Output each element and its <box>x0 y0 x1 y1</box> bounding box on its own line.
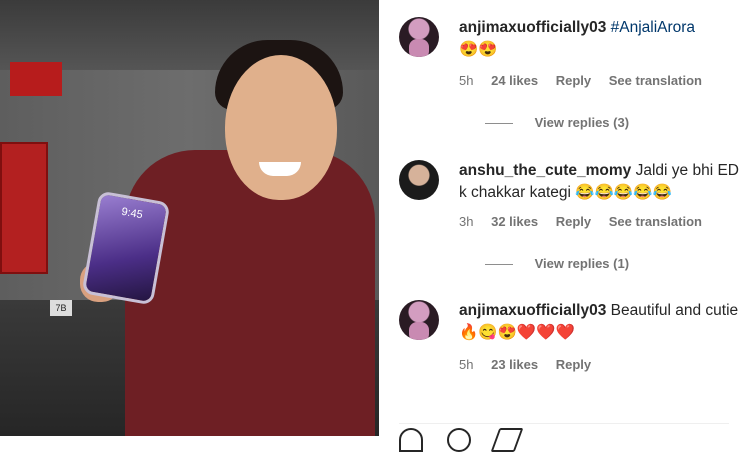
comment-emoji: 😍😍 <box>459 41 498 58</box>
hashtag-link[interactable]: #AnjaliArora <box>611 19 695 36</box>
comment-meta: 3h 32 likes Reply See translation <box>459 214 716 229</box>
view-replies-label[interactable]: View replies (3) <box>535 115 629 130</box>
comment-text: Beautiful and cutie <box>610 302 739 319</box>
comment-body: anshu_the_cute_momy Jaldi ye bhi ED k ch… <box>459 160 739 204</box>
comment-username[interactable]: anjimaxuofficially03 <box>459 302 606 319</box>
comment-time[interactable]: 5h <box>459 73 473 88</box>
fire-box <box>0 142 48 274</box>
replies-divider <box>485 123 513 125</box>
share-icon[interactable] <box>490 428 524 452</box>
pillar-number: 7B <box>50 300 72 316</box>
comment-emoji: 😂😂😂😂😂 <box>575 184 672 201</box>
reply-button[interactable]: Reply <box>556 214 591 229</box>
person-face <box>225 55 337 200</box>
comment-time[interactable]: 3h <box>459 214 473 229</box>
comments-panel: anjimaxuofficially03 #AnjaliArora 😍😍 5h … <box>379 0 745 452</box>
comment-icon[interactable] <box>447 428 471 452</box>
comment-emoji: 🔥😋😍❤️❤️❤️ <box>459 324 575 341</box>
avatar[interactable] <box>399 160 439 200</box>
view-replies-label[interactable]: View replies (1) <box>535 256 629 271</box>
see-translation-button[interactable]: See translation <box>609 214 702 229</box>
comment-body: anjimaxuofficially03 Beautiful and cutie… <box>459 300 739 344</box>
post-media[interactable]: 7B 9:45 <box>0 0 379 436</box>
replies-divider <box>485 264 513 266</box>
red-sign <box>10 62 62 96</box>
phone-screen: 9:45 <box>84 194 168 302</box>
see-translation-button[interactable]: See translation <box>609 73 702 88</box>
view-replies-button[interactable]: View replies (1) <box>485 256 629 271</box>
person-shirt <box>125 150 375 436</box>
reply-button[interactable]: Reply <box>556 357 591 372</box>
comment-meta: 5h 24 likes Reply See translation <box>459 73 716 88</box>
comment-username[interactable]: anshu_the_cute_momy <box>459 162 631 179</box>
avatar[interactable] <box>399 300 439 340</box>
comment-time[interactable]: 5h <box>459 357 473 372</box>
comment-username[interactable]: anjimaxuofficially03 <box>459 19 606 36</box>
comment-meta: 5h 23 likes Reply <box>459 357 605 372</box>
view-replies-button[interactable]: View replies (3) <box>485 115 629 130</box>
comment-body: anjimaxuofficially03 #AnjaliArora 😍😍 <box>459 17 739 61</box>
like-icon[interactable] <box>399 428 423 452</box>
comment-likes[interactable]: 24 likes <box>491 73 538 88</box>
comment-likes[interactable]: 23 likes <box>491 357 538 372</box>
avatar[interactable] <box>399 17 439 57</box>
post-actions-bar <box>399 423 729 452</box>
reply-button[interactable]: Reply <box>556 73 591 88</box>
comment-likes[interactable]: 32 likes <box>491 214 538 229</box>
